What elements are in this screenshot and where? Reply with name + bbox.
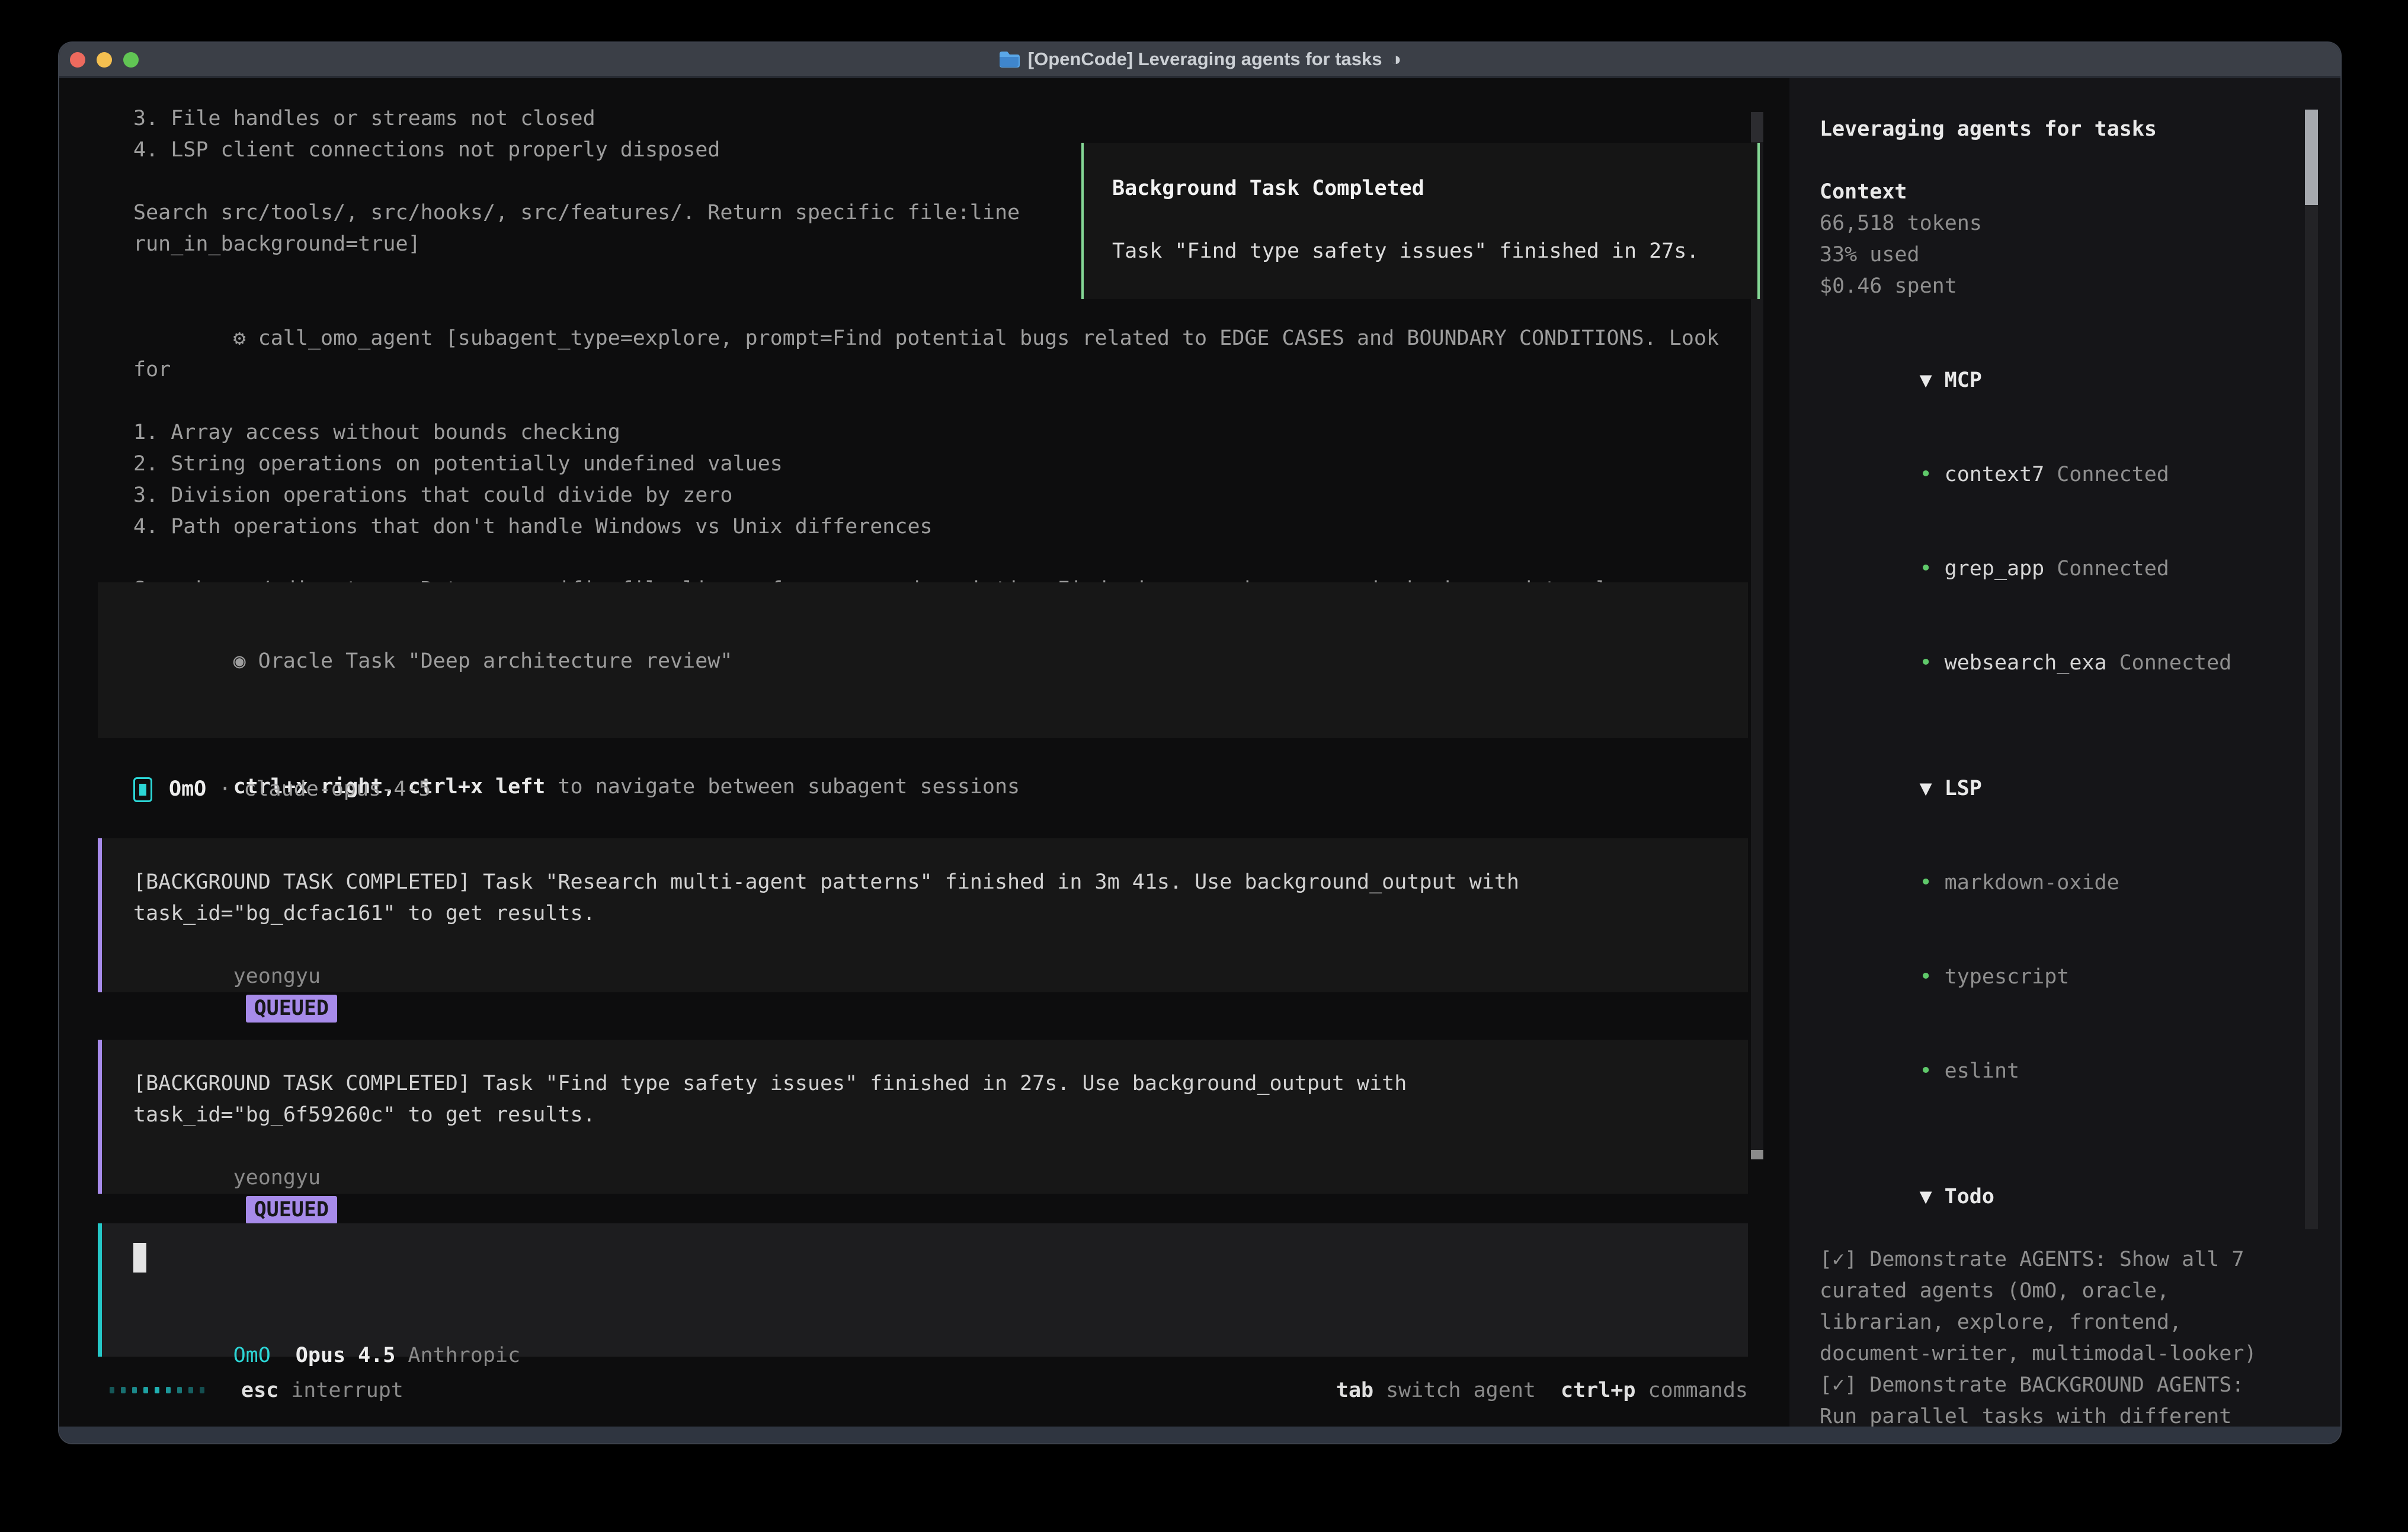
- context-heading: Context: [1820, 177, 2294, 208]
- spinner-icon: [110, 1387, 204, 1393]
- folder-icon: [998, 50, 1020, 68]
- ctrlp-key-hint: ctrl+p: [1561, 1379, 1635, 1402]
- transcript-line: 3. File handles or streams not closed: [133, 103, 1757, 134]
- session-title: Leveraging agents for tasks: [1820, 114, 2294, 145]
- text-cursor: [133, 1243, 146, 1273]
- lsp-item: •typescript: [1820, 930, 2294, 1024]
- bullet-icon: •: [1920, 651, 1932, 675]
- bullet-icon: •: [1920, 463, 1932, 486]
- task-message-card: [BACKGROUND TASK COMPLETED] Task "Resear…: [98, 838, 1748, 992]
- task-message-line1: [BACKGROUND TASK COMPLETED] Task "Resear…: [133, 867, 1748, 898]
- transcript-line: 2. String operations on potentially unde…: [133, 448, 1757, 480]
- context-used: 33% used: [1820, 239, 2294, 271]
- oracle-title: Oracle Task "Deep architecture review": [258, 649, 733, 673]
- task-message-card: [BACKGROUND TASK COMPLETED] Task "Find t…: [98, 1040, 1748, 1194]
- mcp-item: •context7Connected: [1820, 428, 2294, 522]
- agent-model: · claude-opus-4-5: [219, 774, 431, 805]
- mcp-section-heading[interactable]: ▼MCP: [1820, 334, 2294, 428]
- esc-key-hint: esc: [241, 1379, 278, 1402]
- chevron-down-icon: ▼: [1920, 368, 1932, 392]
- task-author: yeongyu: [233, 1166, 321, 1190]
- lsp-section-heading[interactable]: ▼LSP: [1820, 742, 2294, 836]
- bullet-icon: •: [1920, 871, 1932, 895]
- ctrlp-key-label: commands: [1648, 1379, 1748, 1402]
- task-author: yeongyu: [233, 964, 321, 988]
- context-tokens: 66,518 tokens: [1820, 208, 2294, 239]
- toast-body: Task "Find type safety issues" finished …: [1112, 236, 1757, 267]
- agent-name: OmO: [169, 774, 206, 805]
- todo-section-heading[interactable]: ▼Todo: [1820, 1150, 2294, 1244]
- main-scrollbar-thumb[interactable]: [1751, 112, 1763, 142]
- sidebar-blank-line: [1820, 145, 2294, 177]
- chat-main-area: 3. File handles or streams not closed 4.…: [59, 78, 1789, 1427]
- mcp-item: •grep_appConnected: [1820, 522, 2294, 616]
- bullet-icon: •: [1920, 557, 1932, 581]
- window-title-row: [OpenCode] Leveraging agents for tasks ◑: [59, 43, 2340, 76]
- toast-blank-line: [1112, 204, 1757, 236]
- task-message-line1: [BACKGROUND TASK COMPLETED] Task "Find t…: [133, 1068, 1748, 1100]
- sidebar-scrollbar-track[interactable]: [2305, 110, 2318, 1229]
- agent-avatar-icon: [133, 777, 152, 802]
- oracle-title-line: ◉ Oracle Task "Deep architecture review": [133, 614, 1748, 709]
- bullet-icon: •: [1920, 1059, 1932, 1083]
- status-badge: QUEUED: [246, 995, 337, 1023]
- task-message-line2: task_id="bg_6f59260c" to get results.: [133, 1100, 1748, 1131]
- transcript-line: 4. Path operations that don't handle Win…: [133, 511, 1757, 543]
- transcript-blank-line: [133, 543, 1757, 574]
- sidebar-scrollbar-thumb[interactable]: [2305, 110, 2318, 205]
- app-window: [OpenCode] Leveraging agents for tasks ◑…: [59, 43, 2340, 1443]
- lsp-item: •eslint: [1820, 1024, 2294, 1118]
- tool-call-text: call_omo_agent [subagent_type=explore, p…: [133, 326, 1731, 382]
- input-model-name: Opus 4.5: [296, 1344, 396, 1367]
- context-spent: $0.46 spent: [1820, 271, 2294, 302]
- tab-key-label: switch agent: [1386, 1379, 1536, 1402]
- input-meta-row: OmOOpus 4.5Anthropic: [133, 1309, 520, 1340]
- task-message-line2: task_id="bg_dcfac161" to get results.: [133, 898, 1748, 930]
- transcript-line: 3. Division operations that could divide…: [133, 480, 1757, 511]
- input-provider-name: Anthropic: [408, 1344, 520, 1367]
- mcp-item: •websearch_exaConnected: [1820, 616, 2294, 710]
- prompt-input[interactable]: OmOOpus 4.5Anthropic: [98, 1223, 1748, 1357]
- status-badge: QUEUED: [246, 1196, 337, 1224]
- radio-dot-icon: ◉: [233, 649, 246, 673]
- loading-half-circle-icon: ◑: [1391, 49, 1402, 70]
- tab-key-hint: tab: [1336, 1379, 1373, 1402]
- titlebar: [OpenCode] Leveraging agents for tasks ◑: [59, 43, 2340, 78]
- window-title: [OpenCode] Leveraging agents for tasks: [1028, 49, 1382, 70]
- oracle-task-card: ◉Oracle Task "Deep architecture review" …: [98, 582, 1748, 738]
- gear-icon: ⚙: [233, 326, 246, 350]
- esc-key-label: interrupt: [291, 1379, 404, 1402]
- todo-item-done: [✓] Demonstrate AGENTS: Show all 7 curat…: [1820, 1244, 2289, 1370]
- transcript-line: 1. Array access without bounds checking: [133, 417, 1757, 448]
- chevron-down-icon: ▼: [1920, 1185, 1932, 1209]
- main-scrollbar-thumb[interactable]: [1751, 1150, 1763, 1159]
- bullet-icon: •: [1920, 965, 1932, 989]
- window-bottom-edge: [59, 1427, 2340, 1443]
- tool-call-line: ⚙call_omo_agent [subagent_type=explore, …: [133, 291, 1757, 417]
- session-sidebar: Leveraging agents for tasks Context 66,5…: [1789, 78, 2340, 1427]
- toast-title: Background Task Completed: [1112, 173, 1757, 204]
- oracle-blank-line: [133, 709, 1748, 740]
- oracle-hint-text: to navigate between subagent sessions: [545, 775, 1020, 799]
- sidebar-blank-line: [1820, 302, 2294, 334]
- status-bar: esc interrupt tab switch agent ctrl+p co…: [110, 1374, 1748, 1406]
- agent-chip-row: OmO · claude-opus-4-5: [133, 774, 431, 805]
- sidebar-blank-line: [1820, 1118, 2294, 1150]
- chevron-down-icon: ▼: [1920, 777, 1932, 800]
- sidebar-blank-line: [1820, 710, 2294, 742]
- lsp-item: •markdown-oxide: [1820, 836, 2294, 930]
- background-task-toast: Background Task Completed Task "Find typ…: [1081, 143, 1760, 299]
- input-agent-name: OmO: [233, 1344, 271, 1367]
